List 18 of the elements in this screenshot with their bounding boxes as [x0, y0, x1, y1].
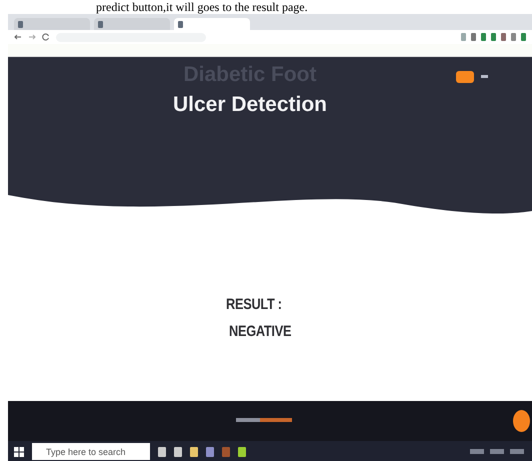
result-label: RESULT :	[226, 296, 283, 313]
browser-tab[interactable]	[14, 18, 90, 30]
page-icon	[98, 20, 103, 28]
reload-icon[interactable]	[42, 33, 50, 41]
browser-tab[interactable]	[94, 18, 170, 30]
back-icon[interactable]	[14, 33, 22, 41]
browser-tab[interactable]	[174, 18, 250, 30]
caption-text: predict button,it will goes to the result page.	[95, 0, 309, 14]
search-field[interactable]: Type here to search	[32, 443, 150, 460]
result-value: NEGATIVE	[229, 323, 292, 340]
start-icon[interactable]	[14, 446, 24, 456]
page-icon	[18, 20, 23, 28]
scroll-top-button[interactable]	[513, 410, 530, 432]
forward-icon[interactable]	[28, 33, 36, 41]
nav-button[interactable]	[456, 71, 474, 83]
page-icon	[178, 20, 183, 28]
title-line: Ulcer Detection	[172, 93, 328, 117]
footer-credit-mark	[236, 418, 292, 422]
